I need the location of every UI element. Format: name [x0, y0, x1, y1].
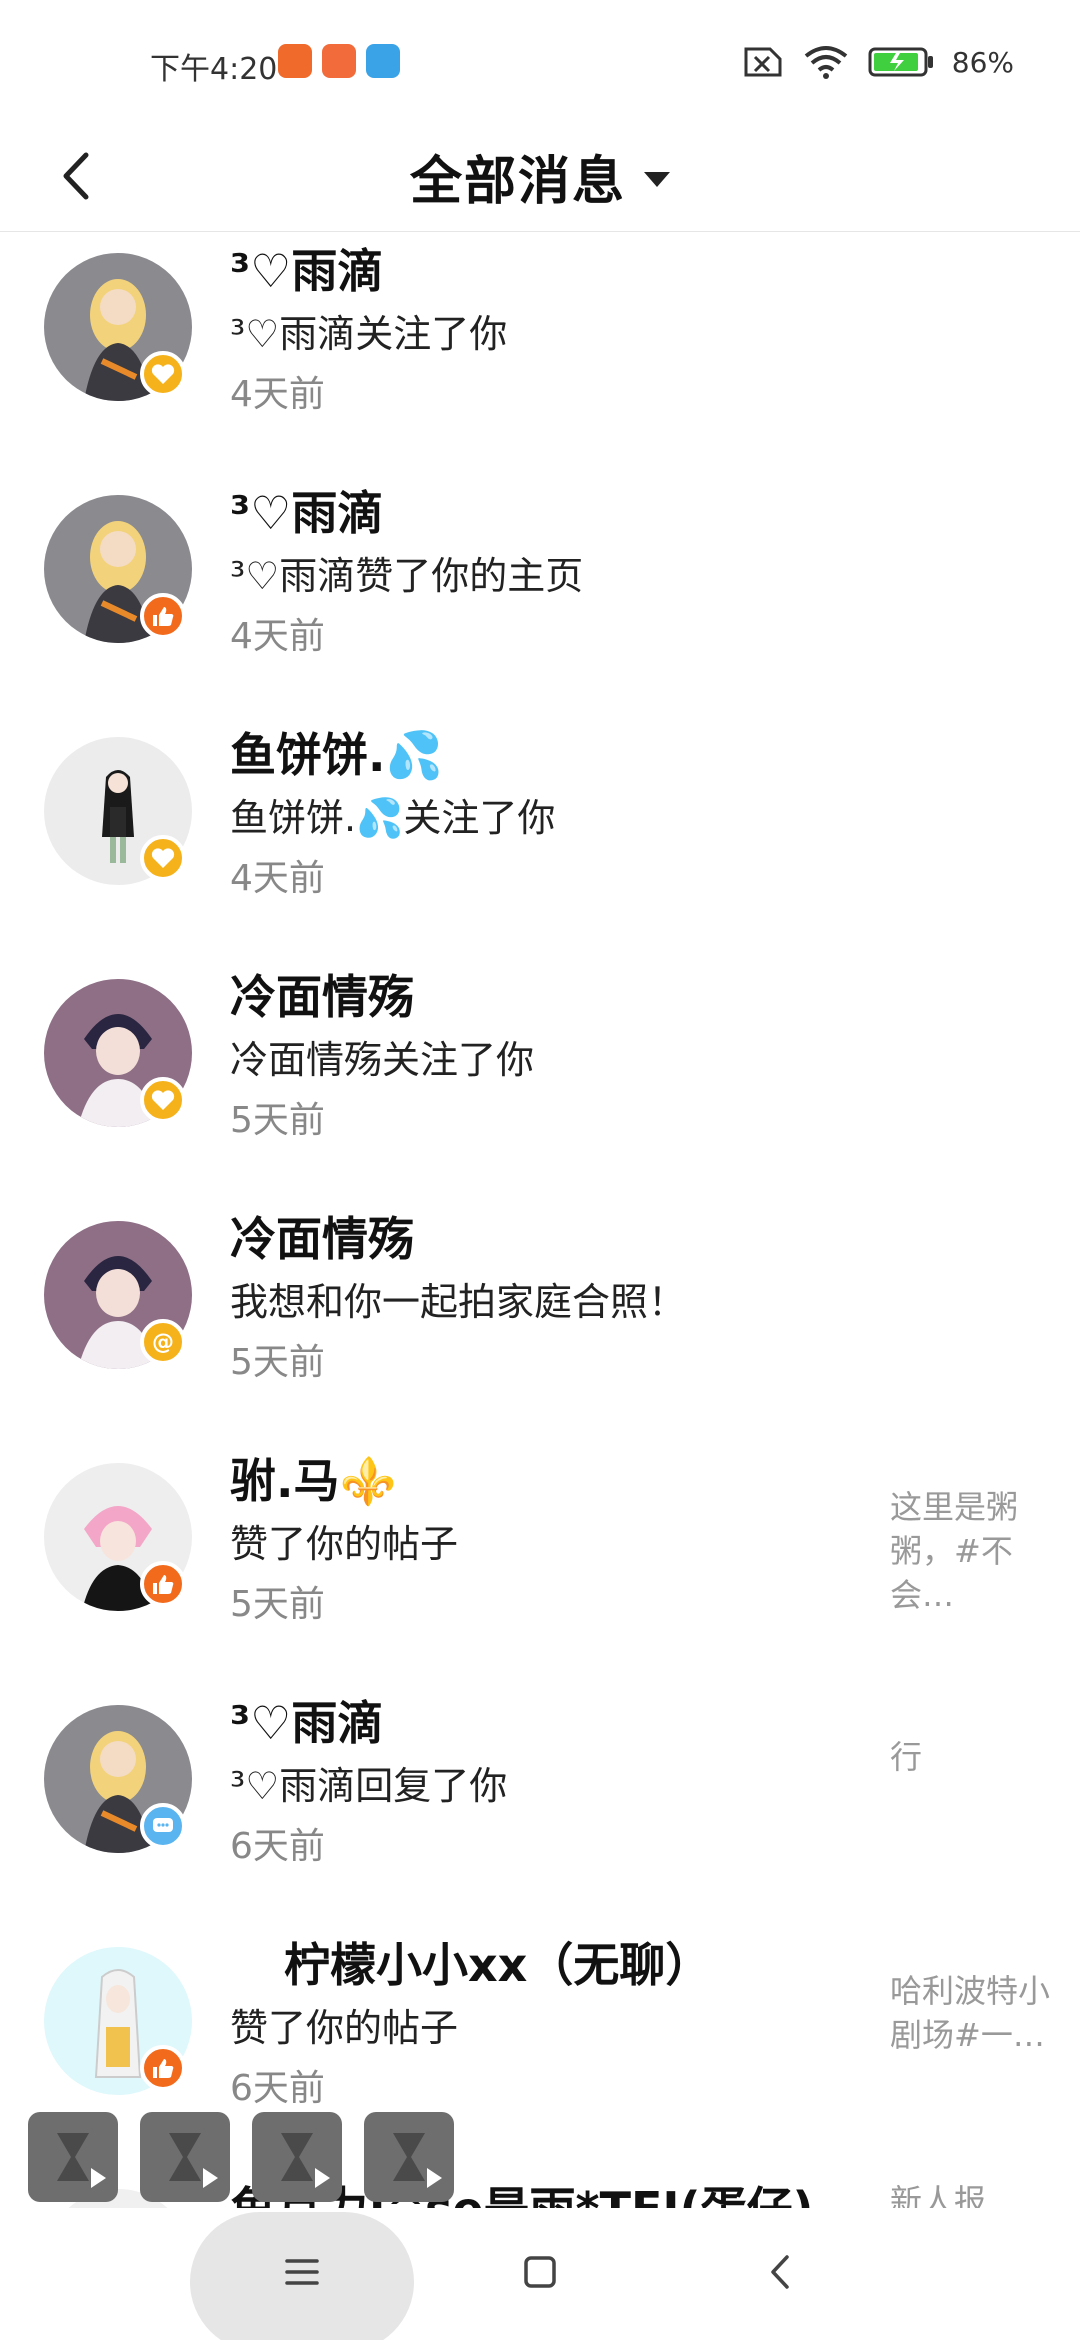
hourglass-widget[interactable] — [252, 2112, 342, 2202]
wifi-icon — [804, 46, 848, 79]
message-text: 冷面情殇关注了你 — [230, 1038, 535, 1082]
message-list[interactable]: ³♡雨滴 ³♡雨滴关注了你 4天前 ³♡雨滴 ³♡雨滴赞了你的主页 4天前 鱼饼… — [0, 233, 1080, 2208]
status-indicators: 86% — [740, 44, 1014, 80]
message-text: ³♡雨滴回复了你 — [230, 1764, 508, 1808]
home-square-icon — [524, 2256, 556, 2288]
list-item[interactable]: 冷面情殇 冷面情殇关注了你 5天前 — [0, 959, 1080, 1201]
menu-button[interactable] — [262, 2232, 342, 2312]
hourglass-icon — [57, 2133, 89, 2181]
sender-name: ³♡雨滴 — [230, 244, 384, 298]
thumbs-up-badge-icon — [140, 593, 186, 639]
status-time: 下午4:20 — [150, 52, 278, 87]
message-text: ³♡雨滴关注了你 — [230, 312, 508, 356]
sender-name: 柠檬小小xx（无聊） — [284, 1938, 712, 1992]
page-title: 全部消息 — [409, 151, 626, 212]
chevron-down-icon — [644, 171, 670, 187]
sender-name: 冷面情殇 — [230, 970, 414, 1024]
message-text: ³♡雨滴赞了你的主页 — [230, 554, 584, 598]
sender-name: ³♡雨滴 — [230, 486, 384, 540]
heart-badge-icon — [140, 835, 186, 881]
hourglass-icon — [393, 2133, 425, 2181]
play-icon — [427, 2168, 442, 2188]
battery-icon — [868, 47, 933, 77]
message-time: 4天前 — [230, 616, 325, 657]
message-time: 4天前 — [230, 374, 325, 415]
top-bar: 全部消息 — [0, 120, 1080, 232]
message-text: 我想和你一起拍家庭合照！ — [230, 1280, 687, 1324]
app-notification-icon — [322, 44, 356, 78]
notification-icons — [278, 44, 400, 78]
battery-percentage: 86% — [951, 45, 1014, 79]
post-preview[interactable]: 哈利波特小剧场#一… — [890, 1969, 1050, 2057]
home-button[interactable] — [500, 2232, 580, 2312]
hourglass-icon — [281, 2133, 313, 2181]
no-sim-icon — [744, 47, 782, 77]
back-arrow-icon — [771, 2255, 789, 2289]
hourglass-widget[interactable] — [140, 2112, 230, 2202]
sender-name: 驸.马⚜️ — [230, 1454, 397, 1508]
status-bar: 下午4:20 86% — [0, 0, 1080, 120]
heart-badge-icon — [140, 351, 186, 397]
system-nav-bar — [0, 2208, 1080, 2340]
list-item[interactable]: ³♡雨滴 ³♡雨滴回复了你 6天前 行 — [0, 1685, 1080, 1927]
message-filter-dropdown[interactable]: 全部消息 — [0, 120, 1080, 232]
heart-badge-icon — [140, 1077, 186, 1123]
message-text: 鱼饼饼.💦关注了你 — [230, 796, 556, 840]
sender-name: ³♡雨滴 — [230, 1696, 384, 1750]
comment-badge-icon — [140, 1803, 186, 1849]
thumbs-up-badge-icon — [140, 2045, 186, 2091]
message-time: 6天前 — [230, 1826, 325, 1867]
message-time: 4天前 — [230, 858, 325, 899]
message-time: 5天前 — [230, 1342, 325, 1383]
reply-preview[interactable]: 行 — [890, 1735, 1050, 1779]
sender-name: 鱼饼饼.💦 — [230, 728, 443, 782]
list-item[interactable]: 驸.马⚜️ 赞了你的帖子 5天前 这里是粥粥，#不会… — [0, 1443, 1080, 1685]
app-notification-icon — [366, 44, 400, 78]
message-text: 赞了你的帖子 — [230, 2006, 459, 2050]
list-item[interactable]: ³♡雨滴 ³♡雨滴赞了你的主页 4天前 — [0, 475, 1080, 717]
thumbs-up-badge-icon — [140, 1561, 186, 1607]
floating-widgets — [28, 2112, 454, 2202]
message-time: 5天前 — [230, 1584, 325, 1625]
sender-name: 冷面情殇 — [230, 1212, 414, 1266]
hourglass-widget[interactable] — [28, 2112, 118, 2202]
hourglass-icon — [169, 2133, 201, 2181]
menu-icon — [285, 2259, 319, 2285]
post-preview[interactable]: 这里是粥粥，#不会… — [890, 1485, 1050, 1617]
app-notification-icon — [278, 44, 312, 78]
play-icon — [203, 2168, 218, 2188]
message-text: 赞了你的帖子 — [230, 1522, 459, 1566]
message-time: 5天前 — [230, 1100, 325, 1141]
play-icon — [315, 2168, 330, 2188]
hourglass-widget[interactable] — [364, 2112, 454, 2202]
list-item[interactable]: @ 冷面情殇 我想和你一起拍家庭合照！ 5天前 — [0, 1201, 1080, 1443]
at-mention-badge-icon: @ — [140, 1319, 186, 1365]
post-preview[interactable]: 新人报 — [890, 2179, 1050, 2208]
play-icon — [91, 2168, 106, 2188]
back-nav-button[interactable] — [740, 2232, 820, 2312]
message-time: 6天前 — [230, 2068, 325, 2109]
list-item[interactable]: ³♡雨滴 ³♡雨滴关注了你 4天前 — [0, 233, 1080, 475]
list-item[interactable]: 鱼饼饼.💦 鱼饼饼.💦关注了你 4天前 — [0, 717, 1080, 959]
